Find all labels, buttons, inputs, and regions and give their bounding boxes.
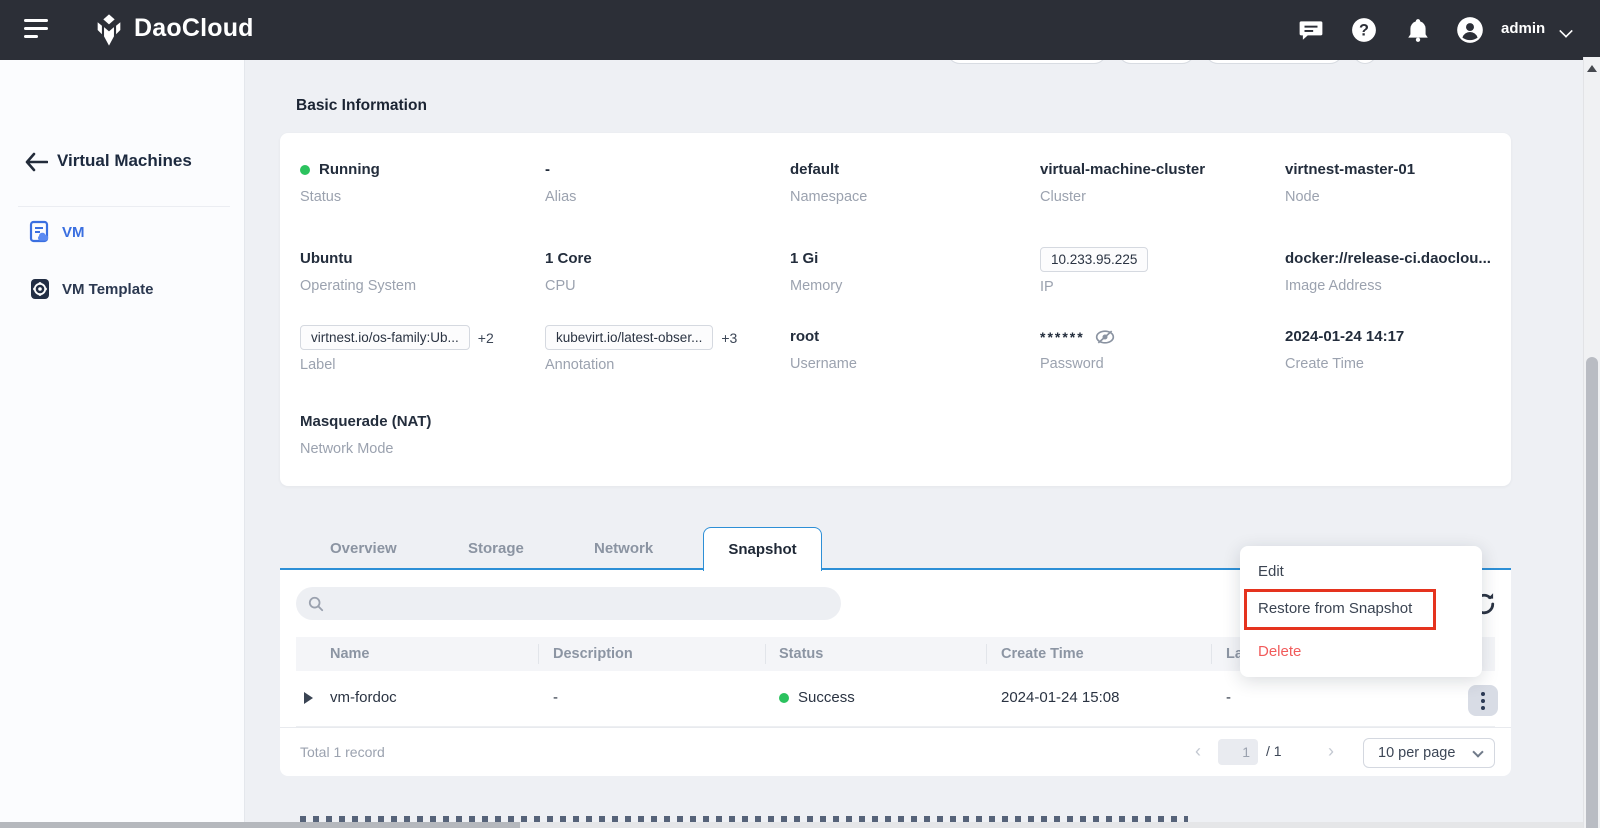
page-size-select[interactable]: 10 per page [1363,738,1495,768]
total-records-label: Total 1 record [300,744,385,760]
username-label[interactable]: admin [1501,20,1545,37]
hamburger-menu-icon[interactable] [24,19,50,41]
brand-name: DaoCloud [134,14,254,43]
annotation-more-count[interactable]: +3 [721,326,737,350]
column-header-create-time[interactable]: Create Time [1001,646,1084,662]
search-icon [308,596,324,612]
ip-chip[interactable]: 10.233.95.225 [1040,247,1148,272]
vm-icon [28,220,52,244]
sidebar-item-vm[interactable]: VM [0,210,245,254]
sidebar-divider [18,206,230,207]
row-actions-kebab-icon[interactable] [1468,685,1498,716]
table-row[interactable]: vm-fordoc - Success 2024-01-24 15:08 - [296,671,1495,727]
app-header: DaoCloud ? admin [0,0,1600,60]
eye-off-icon[interactable] [1095,329,1115,345]
annotation-chip[interactable]: kubevirt.io/latest-obser... [545,325,713,350]
help-icon[interactable]: ? [1350,16,1378,44]
cell-name[interactable]: vm-fordoc [330,689,397,706]
column-divider [986,644,987,664]
daocloud-logo-icon [92,13,126,47]
status-dot-success [779,693,789,703]
tab-overview[interactable]: Overview [330,527,397,570]
cell-description: - [553,689,558,706]
menu-item-delete[interactable]: Delete [1240,634,1482,670]
field-os: Ubuntu Operating System [300,247,416,294]
column-header-name[interactable]: Name [330,646,370,662]
field-password: ****** Password [1040,325,1115,372]
field-label: virtnest.io/os-family:Ub...+2 Label [300,325,494,373]
vertical-scrollbar-thumb[interactable] [1586,357,1598,828]
scroll-up-arrow-icon[interactable] [1587,65,1597,72]
sidebar: Virtual Machines VM VM Template [0,60,245,828]
field-status: Running Status [300,158,380,205]
field-network-mode: Masquerade (NAT) Network Mode [300,410,431,457]
cell-status: Success [779,689,855,706]
field-alias: - Alias [545,158,576,205]
svg-text:?: ? [1359,21,1369,39]
message-icon[interactable] [1297,16,1325,44]
field-cluster: virtual-machine-cluster Cluster [1040,158,1205,205]
cell-last: - [1226,689,1231,706]
sidebar-item-vm-template[interactable]: VM Template [0,267,245,311]
sidebar-item-label: VM [62,224,85,241]
field-node: virtnest-master-01 Node [1285,158,1415,205]
row-context-menu: Edit Restore from Snapshot Delete [1240,546,1482,677]
horizontal-scrollbar[interactable] [0,822,1583,828]
label-chip[interactable]: virtnest.io/os-family:Ub... [300,325,470,350]
user-menu-chevron-down-icon[interactable] [1559,24,1573,38]
page-size-value: 10 per page [1378,745,1455,761]
user-avatar[interactable] [1456,16,1484,44]
vertical-scrollbar[interactable] [1583,57,1600,828]
column-divider [1211,644,1212,664]
basic-info-card: Running Status - Alias default Namespace… [280,133,1511,486]
tab-network[interactable]: Network [594,527,653,570]
column-divider [765,644,766,664]
column-header-description[interactable]: Description [553,646,633,662]
search-input[interactable] [332,596,812,612]
status-dot-running [300,165,310,175]
menu-item-restore-from-snapshot[interactable]: Restore from Snapshot [1240,591,1482,627]
field-username: root Username [790,325,857,372]
menu-item-edit[interactable]: Edit [1240,554,1482,590]
snapshot-search[interactable] [296,587,841,620]
column-divider [538,644,539,664]
field-create-time: 2024-01-24 14:17 Create Time [1285,325,1404,372]
horizontal-scrollbar-thumb[interactable] [0,822,520,828]
field-annotation: kubevirt.io/latest-obser...+3 Annotation [545,325,737,373]
column-header-status[interactable]: Status [779,646,823,662]
tab-snapshot[interactable]: Snapshot [703,527,822,571]
total-pages-label: / 1 [1266,743,1282,759]
field-cpu: 1 Core CPU [545,247,592,294]
field-ip: 10.233.95.225 IP [1040,247,1148,295]
field-namespace: default Namespace [790,158,867,205]
current-page-input[interactable]: 1 [1218,739,1258,765]
section-title: Basic Information [296,97,427,115]
cell-create-time: 2024-01-24 15:08 [1001,689,1119,706]
sidebar-item-label: VM Template [62,281,153,298]
next-page-icon[interactable]: › [1328,741,1334,762]
expand-row-icon[interactable] [304,692,313,704]
back-arrow-icon[interactable] [24,152,48,172]
vm-template-icon [28,277,52,301]
table-footer: Total 1 record ‹ 1 / 1 › 10 per page [280,727,1511,776]
prev-page-icon[interactable]: ‹ [1195,741,1201,762]
select-chevron-down-icon [1472,746,1483,757]
field-memory: 1 Gi Memory [790,247,842,294]
field-image-address: docker://release-ci.daoclou... Image Add… [1285,247,1491,294]
tab-storage[interactable]: Storage [468,527,524,570]
notifications-bell-icon[interactable] [1404,16,1432,44]
label-more-count[interactable]: +2 [478,326,494,350]
sidebar-title: Virtual Machines [57,151,192,171]
